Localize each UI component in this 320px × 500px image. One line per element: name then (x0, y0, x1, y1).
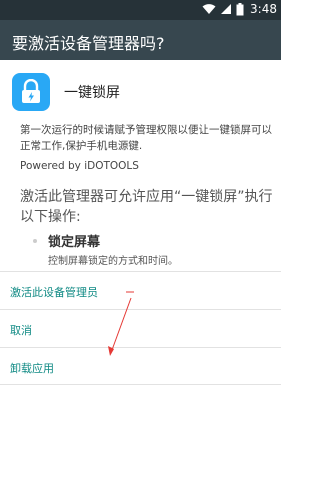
activate-admin-label: 激活此设备管理员 (10, 286, 98, 299)
uninstall-label: 卸载应用 (10, 362, 54, 375)
cancel-button[interactable]: 取消 (0, 309, 281, 347)
permission-item: 锁定屏幕 控制屏幕锁定的方式和时间。 (33, 231, 178, 267)
cancel-label: 取消 (10, 324, 32, 337)
permission-headline: 激活此管理器可允许应用“一键锁屏”执行以下操作: (20, 189, 273, 225)
permission-title: 锁定屏幕 (48, 235, 101, 250)
uninstall-button[interactable]: 卸载应用 (0, 347, 281, 385)
wifi-icon (202, 4, 216, 14)
bullet-icon (33, 239, 37, 243)
powered-by: Powered by iDOTOOLS (20, 160, 139, 172)
activate-admin-button[interactable]: 激活此设备管理员 (0, 271, 281, 309)
lock-app-icon (12, 73, 50, 111)
action-list: 激活此设备管理员 取消 卸载应用 (0, 271, 281, 385)
app-name: 一键锁屏 (64, 85, 120, 101)
app-header: 一键锁屏 (12, 70, 120, 114)
status-time: 3:48 (250, 2, 277, 16)
app-description: 第一次运行的时候请赋予管理权限以便让一键锁屏可以正常工作,保护手机电源键. (20, 124, 272, 152)
dialog-title: 要激活设备管理器吗? (12, 34, 165, 53)
signal-icon (221, 4, 232, 14)
status-bar: 3:48 (0, 0, 281, 20)
battery-icon (236, 2, 244, 15)
app-bar: 要激活设备管理器吗? (0, 20, 281, 60)
permission-subtitle: 控制屏幕锁定的方式和时间。 (48, 256, 178, 267)
status-icons: 3:48 (202, 2, 277, 16)
lock-icon (22, 79, 40, 103)
